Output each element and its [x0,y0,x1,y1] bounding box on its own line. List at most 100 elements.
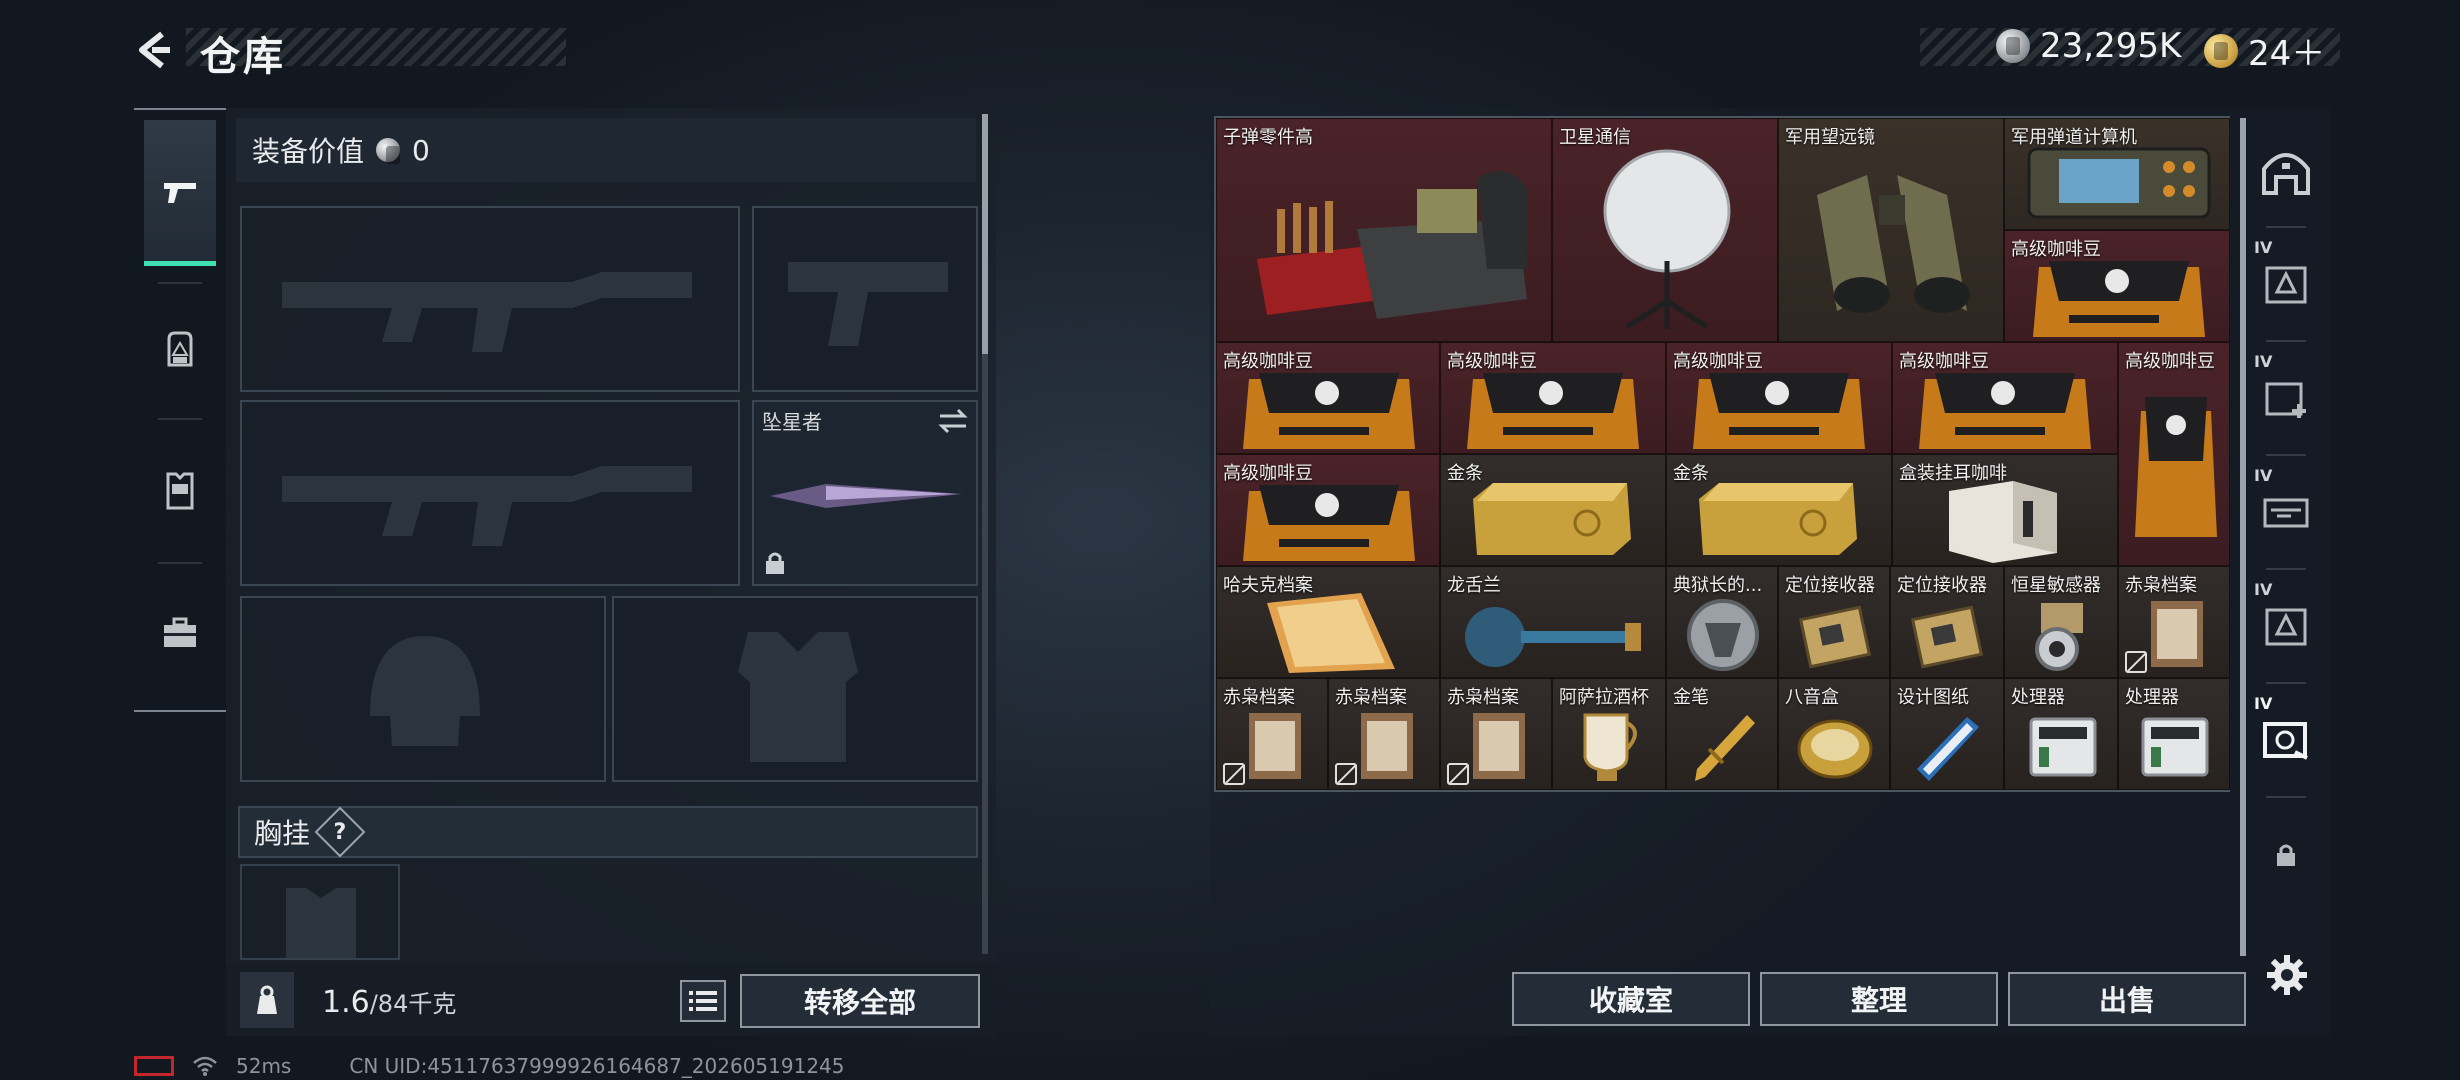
storage-item[interactable]: 盒装挂耳咖啡 [1892,454,2118,566]
weight-max: /84千克 [369,990,457,1018]
back-button[interactable] [128,24,180,76]
sort-button[interactable]: 整理 [1760,972,1998,1026]
ticket-balance[interactable]: 24＋ [2204,26,2325,75]
item-name: 卫星通信 [1559,127,1631,148]
storage-item[interactable]: 八音盒 [1778,678,1890,790]
storage-item[interactable]: 高级咖啡豆 [1216,342,1440,454]
tab-backpack[interactable] [134,280,226,418]
chest-rig-slot[interactable] [240,864,400,960]
medkit-case-icon [2265,382,2306,418]
tab-container-5[interactable]: IV [2248,684,2324,794]
tab-container-1[interactable]: IV [2248,228,2324,338]
swap-icon[interactable] [938,408,968,434]
ammo-case-icon [2265,608,2307,646]
storage-item[interactable]: 赤枭档案 [1216,678,1328,790]
sell-button[interactable]: 出售 [2008,972,2246,1026]
coin-balance[interactable]: 23,295K [1996,26,2181,66]
item-name: 处理器 [2011,687,2065,708]
storage-item[interactable]: 恒星敏感器 [2004,566,2118,678]
item-name: 赤枭档案 [1335,687,1407,708]
item-name: 设计图纸 [1897,687,1969,708]
storage-item[interactable]: 典狱长的... [1666,566,1778,678]
item-name: 高级咖啡豆 [1447,351,1537,372]
storage-item[interactable]: 金条 [1666,454,1892,566]
vest-icon [166,472,194,510]
coin-balance-value: 23,295K [2040,26,2182,66]
storage-item[interactable]: 阿萨拉酒杯 [1552,678,1666,790]
storage-item[interactable]: 金笔 [1666,678,1778,790]
storage-item[interactable]: 设计图纸 [1890,678,2004,790]
document-folder-icon [1267,593,1395,673]
file-folder-icon [1473,713,1525,779]
binoculars-icon [1817,175,1970,313]
settings-button[interactable] [2262,950,2312,1000]
pistol-icon [164,182,196,203]
weight-current: 1.6 [322,985,370,1020]
equipment-scroll-thumb[interactable] [982,114,988,354]
storage-item[interactable]: 处理器 [2118,678,2230,790]
storage-item[interactable]: 赤枭档案 [1328,678,1440,790]
coffee-beans-tall-icon [2135,397,2217,537]
storage-item[interactable]: 定位接收器 [1778,566,1890,678]
storage-scrollbar[interactable] [2240,118,2246,956]
tab-container-2[interactable]: IV [2248,342,2324,452]
sidearm-slot[interactable] [752,206,978,392]
backpack-icon [167,331,193,367]
storage-item[interactable]: 处理器 [2004,678,2118,790]
tab-locked[interactable] [2248,800,2324,910]
storage-item[interactable]: 高级咖啡豆 [2004,230,2230,342]
armor-silhouette-icon [738,632,858,762]
storage-item[interactable]: 赤枭档案 [1440,678,1552,790]
ping-value: 52ms [236,1054,292,1078]
gold-pen-icon [1695,715,1755,781]
back-arrow-icon [139,31,170,69]
tab-toolbox[interactable] [134,564,226,702]
storage-item[interactable]: 高级咖啡豆 [1666,342,1892,454]
armor-slot[interactable] [612,596,978,782]
container-level: IV [2254,694,2273,713]
storage-item[interactable]: 金条 [1440,454,1666,566]
collection-room-button[interactable]: 收藏室 [1512,972,1750,1026]
storage-item[interactable]: 卫星通信 [1552,118,1778,342]
equipment-value: 0 [412,133,430,167]
weapon-case-icon [2263,498,2309,528]
storage-item[interactable]: 龙舌兰 [1440,566,1666,678]
storage-item[interactable]: 高级咖啡豆 [2118,342,2230,566]
item-name: 子弹零件高 [1223,127,1313,148]
help-icon[interactable]: ? [314,806,366,858]
tab-container-4[interactable]: IV [2248,570,2324,680]
storage-grid: 子弹零件高 卫星通信 军用望远镜 军用弹道计算机 高级咖啡豆 高级咖啡豆 高级咖… [1214,116,2230,792]
storage-item[interactable]: 定位接收器 [1890,566,2004,678]
chest-rig-header: 胸挂 ? [238,806,978,858]
coffee-beans-icon [1693,373,1865,449]
primary-weapon-slot[interactable] [240,206,740,392]
tab-container-3[interactable]: IV [2248,456,2324,566]
storage-item[interactable]: 子弹零件高 [1216,118,1552,342]
tab-armor[interactable] [134,422,226,560]
storage-item[interactable]: 高级咖啡豆 [1892,342,2118,454]
equipment-category-tabs [134,108,226,712]
transfer-all-button[interactable]: 转移全部 [740,974,980,1028]
wifi-icon [193,1056,217,1076]
ballistic-computer-icon [2027,147,2211,219]
list-icon [689,991,717,1011]
storage-item[interactable]: 军用望远镜 [1778,118,2004,342]
helmet-slot[interactable] [240,596,606,782]
storage-item[interactable]: 哈夫克档案 [1216,566,1440,678]
equipment-panel: 装备价值 0 坠星者 胸挂 ? 1.6/84千克 转移全部 [226,108,996,1036]
item-name: 八音盒 [1785,687,1839,708]
secondary-weapon-slot[interactable] [240,400,740,586]
storage-item[interactable]: 赤枭档案 [2118,566,2230,678]
melee-name: 坠星者 [762,410,822,434]
tab-storage-home[interactable] [2248,116,2324,226]
gps-receiver-icon [1798,605,1872,669]
storage-item[interactable]: 高级咖啡豆 [1216,454,1440,566]
storage-item[interactable]: 军用弹道计算机 [2004,118,2230,230]
melee-slot[interactable]: 坠星者 [752,400,978,586]
status-bar: 52ms CN UID:45117637999926164687_2026051… [134,1052,845,1080]
tab-weapons[interactable] [144,120,216,266]
storage-item[interactable]: 高级咖啡豆 [1440,342,1666,454]
weight-bar: 1.6/84千克 转移全部 [226,964,996,1036]
item-name: 哈夫克档案 [1223,575,1313,596]
list-view-button[interactable] [680,980,726,1022]
